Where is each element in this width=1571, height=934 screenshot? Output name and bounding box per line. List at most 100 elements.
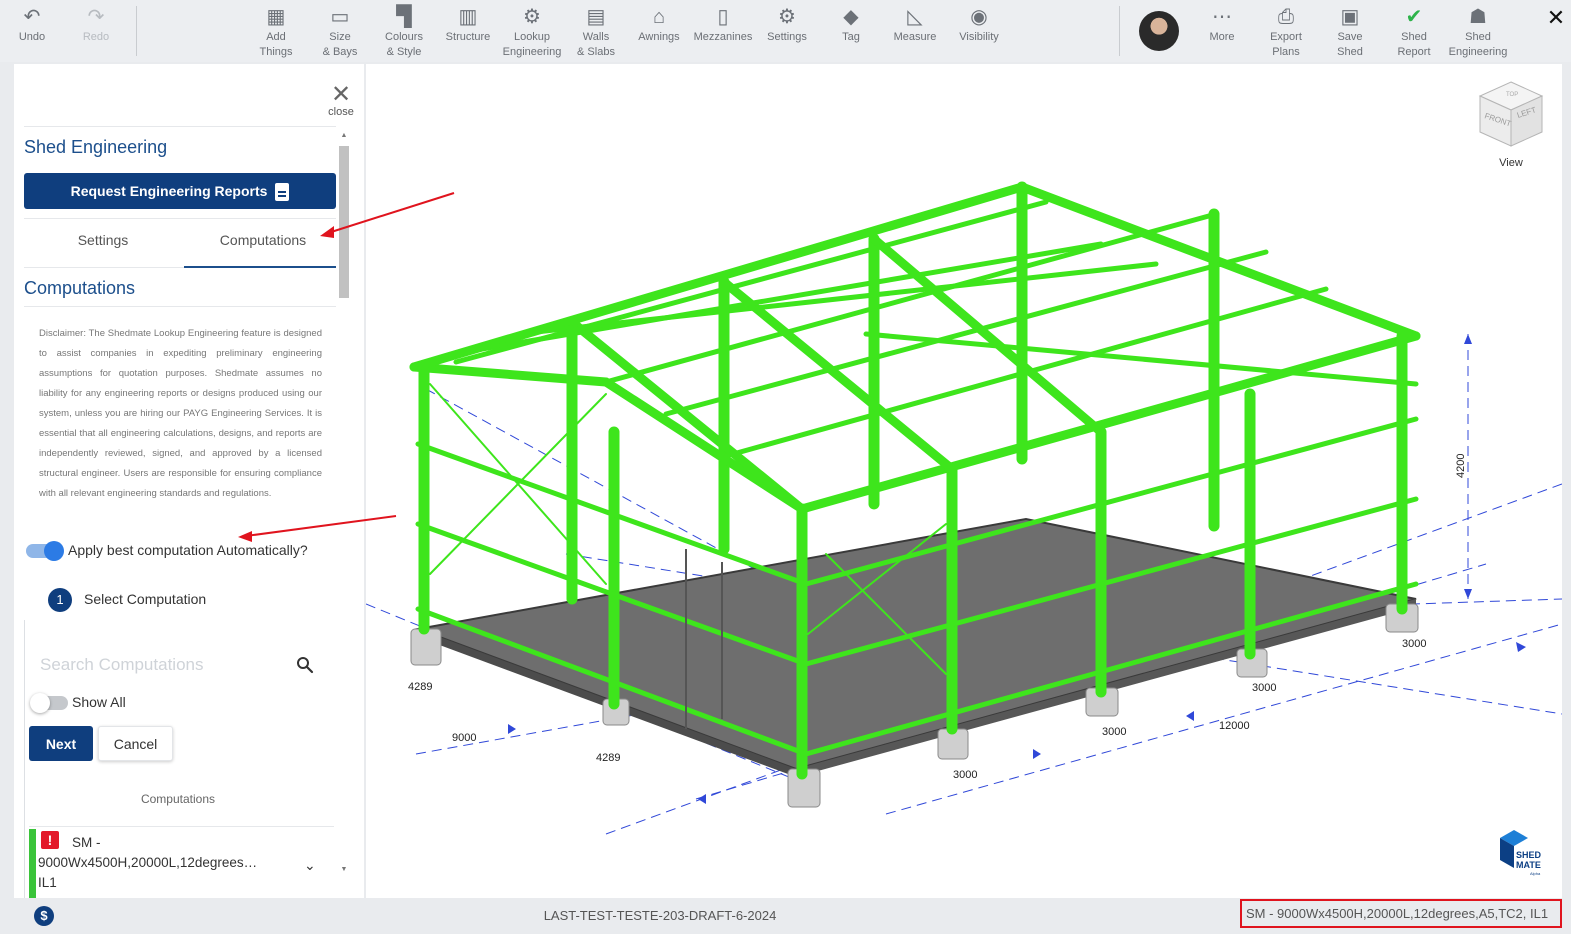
user-avatar[interactable] xyxy=(1139,11,1179,51)
next-button[interactable]: Next xyxy=(29,726,93,761)
dimension-label: 12000 xyxy=(1219,720,1250,732)
undo-icon: ↶ xyxy=(23,6,41,28)
check-circle-icon: ✔ xyxy=(1405,6,1423,28)
ruler-icon: ▭ xyxy=(330,6,350,28)
mezzanine-icon: ▯ xyxy=(717,6,729,28)
file-name: LAST-TEST-TESTE-203-DRAFT-6-2024 xyxy=(543,908,777,923)
step-label: Select Computation xyxy=(84,591,207,607)
more-dots-icon: ⋯ xyxy=(1212,6,1232,28)
shedmate-logo: SHED MATE Alpha xyxy=(1500,830,1542,876)
divider xyxy=(24,306,336,307)
tab-computations[interactable]: Computations xyxy=(186,232,340,248)
size-bays-button[interactable]: ▭ Size & Bays xyxy=(308,4,372,60)
colours-style-button[interactable]: ▜ Colours & Style xyxy=(372,4,436,60)
logo-text: MATE xyxy=(1516,860,1541,870)
shed-3d-model[interactable]: 4289 9000 4289 3000 3000 3000 12000 3000… xyxy=(366,64,1562,898)
shed-code-label: SM - 9000Wx4500H,20000L,12degrees,A5,TC2… xyxy=(1240,899,1562,928)
dimension-label: 3000 xyxy=(1402,638,1426,650)
toggle-knob xyxy=(30,693,50,713)
scrollbar-thumb[interactable] xyxy=(339,146,349,298)
toolbar-divider xyxy=(136,6,137,56)
shed-engineering-button[interactable]: ☗ Shed Engineering xyxy=(1446,4,1510,60)
mezzanines-button[interactable]: ▯ Mezzanines xyxy=(691,4,755,45)
save-shed-button[interactable]: ▣ Save Shed xyxy=(1318,4,1382,60)
dimension-label: 4289 xyxy=(596,752,620,764)
search-computations-input[interactable] xyxy=(40,652,290,678)
awning-icon: ⌂ xyxy=(652,6,666,28)
divider xyxy=(24,218,336,219)
dimension-label: 4200 xyxy=(1455,454,1467,478)
cancel-button[interactable]: Cancel xyxy=(98,726,173,761)
active-tab-indicator xyxy=(184,266,336,268)
section-title: Computations xyxy=(24,278,136,298)
chevron-down-icon[interactable]: ⌄ xyxy=(304,857,316,874)
add-things-button[interactable]: ▦ Add Things xyxy=(244,4,308,60)
printer-icon: ⎙ xyxy=(1278,6,1294,28)
tag-icon: ◆ xyxy=(843,6,859,28)
3d-viewport[interactable]: 4289 9000 4289 3000 3000 3000 12000 3000… xyxy=(366,64,1562,898)
visibility-button[interactable]: ◉ Visibility xyxy=(947,4,1011,45)
search-icon[interactable] xyxy=(296,656,314,674)
lookup-engineering-button[interactable]: ⚙ Lookup Engineering xyxy=(500,4,564,60)
auto-apply-toggle[interactable] xyxy=(26,541,64,561)
dimension-label: 4289 xyxy=(408,681,432,693)
walls-icon: ▤ xyxy=(586,6,606,28)
redo-icon: ↷ xyxy=(87,6,105,28)
computation-name: SM - 9000Wx4500H,20000L,12degrees… IL1 xyxy=(38,835,258,890)
save-icon: ▣ xyxy=(1340,6,1360,28)
walls-slabs-button[interactable]: ▤ Walls & Slabs xyxy=(564,4,628,60)
dimension-label: 9000 xyxy=(452,732,476,744)
document-icon xyxy=(275,183,290,202)
tag-button[interactable]: ◆ Tag xyxy=(819,4,883,45)
view-label: View xyxy=(1499,157,1523,169)
engineering-panel: ✕ close Shed Engineering Request Enginee… xyxy=(14,64,364,898)
logo-text: Alpha xyxy=(1530,871,1541,876)
view-cube[interactable]: TOP FRONT LEFT xyxy=(1476,80,1546,150)
cube-face-top[interactable]: TOP xyxy=(1506,92,1518,98)
user-gear-icon: ☗ xyxy=(1469,6,1487,28)
status-bar xyxy=(29,829,36,898)
tab-settings[interactable]: Settings xyxy=(26,232,180,248)
settings-button[interactable]: ⚙ Settings xyxy=(755,4,819,45)
divider xyxy=(24,126,336,127)
show-all-toggle[interactable] xyxy=(30,693,68,713)
redo-button[interactable]: ↷ Redo xyxy=(64,4,128,45)
more-button[interactable]: ⋯ More xyxy=(1190,4,1254,45)
dimension-label: 3000 xyxy=(1252,682,1276,694)
request-engineering-reports-button[interactable]: Request Engineering Reports xyxy=(24,173,336,209)
gear-icon: ⚙ xyxy=(778,6,796,28)
close-app-icon[interactable]: ✕ xyxy=(1546,7,1566,29)
measure-icon: ◺ xyxy=(907,6,923,28)
add-things-icon: ▦ xyxy=(266,6,286,28)
auto-apply-label: Apply best computation Automatically? xyxy=(68,542,308,558)
computation-list-item[interactable]: ! SM - 9000Wx4500H,20000L,12degrees… IL1… xyxy=(29,826,334,898)
export-plans-button[interactable]: ⎙ Export Plans xyxy=(1254,4,1318,60)
paint-roller-icon: ▜ xyxy=(396,6,412,28)
stepper-line xyxy=(24,620,25,898)
shed-report-button[interactable]: ✔ Shed Report xyxy=(1382,4,1446,60)
structure-icon: ▥ xyxy=(458,6,478,28)
toggle-knob xyxy=(44,541,64,561)
scroll-down-icon[interactable]: ▼ xyxy=(339,866,349,873)
panel-close-button[interactable]: ✕ close xyxy=(324,81,358,119)
show-all-label: Show All xyxy=(72,694,126,710)
disclaimer-text: Disclaimer: The Shedmate Lookup Engineer… xyxy=(39,328,322,499)
status-bar: $ LAST-TEST-TESTE-203-DRAFT-6-2024 SM - … xyxy=(0,898,1571,934)
eye-icon: ◉ xyxy=(970,6,988,28)
engineering-icon: ⚙ xyxy=(523,6,541,28)
panel-title: Shed Engineering xyxy=(24,137,168,157)
close-icon: ✕ xyxy=(330,81,352,108)
top-toolbar: ↶ Undo ↷ Redo ▦ Add Things ▭ Size & Bays… xyxy=(0,0,1571,62)
structure-button[interactable]: ▥ Structure xyxy=(436,4,500,45)
measure-button[interactable]: ◺ Measure xyxy=(883,4,947,45)
scroll-up-icon[interactable]: ▲ xyxy=(339,132,349,139)
toolbar-divider xyxy=(1119,6,1120,56)
logo-text: SHED xyxy=(1516,850,1542,860)
dimension-label: 3000 xyxy=(953,769,977,781)
undo-button[interactable]: ↶ Undo xyxy=(0,4,64,45)
computations-header: Computations xyxy=(140,792,216,806)
awnings-button[interactable]: ⌂ Awnings xyxy=(627,4,691,45)
dimension-label: 3000 xyxy=(1102,726,1126,738)
dollar-icon[interactable]: $ xyxy=(34,906,54,926)
step-number: 1 xyxy=(48,588,72,612)
